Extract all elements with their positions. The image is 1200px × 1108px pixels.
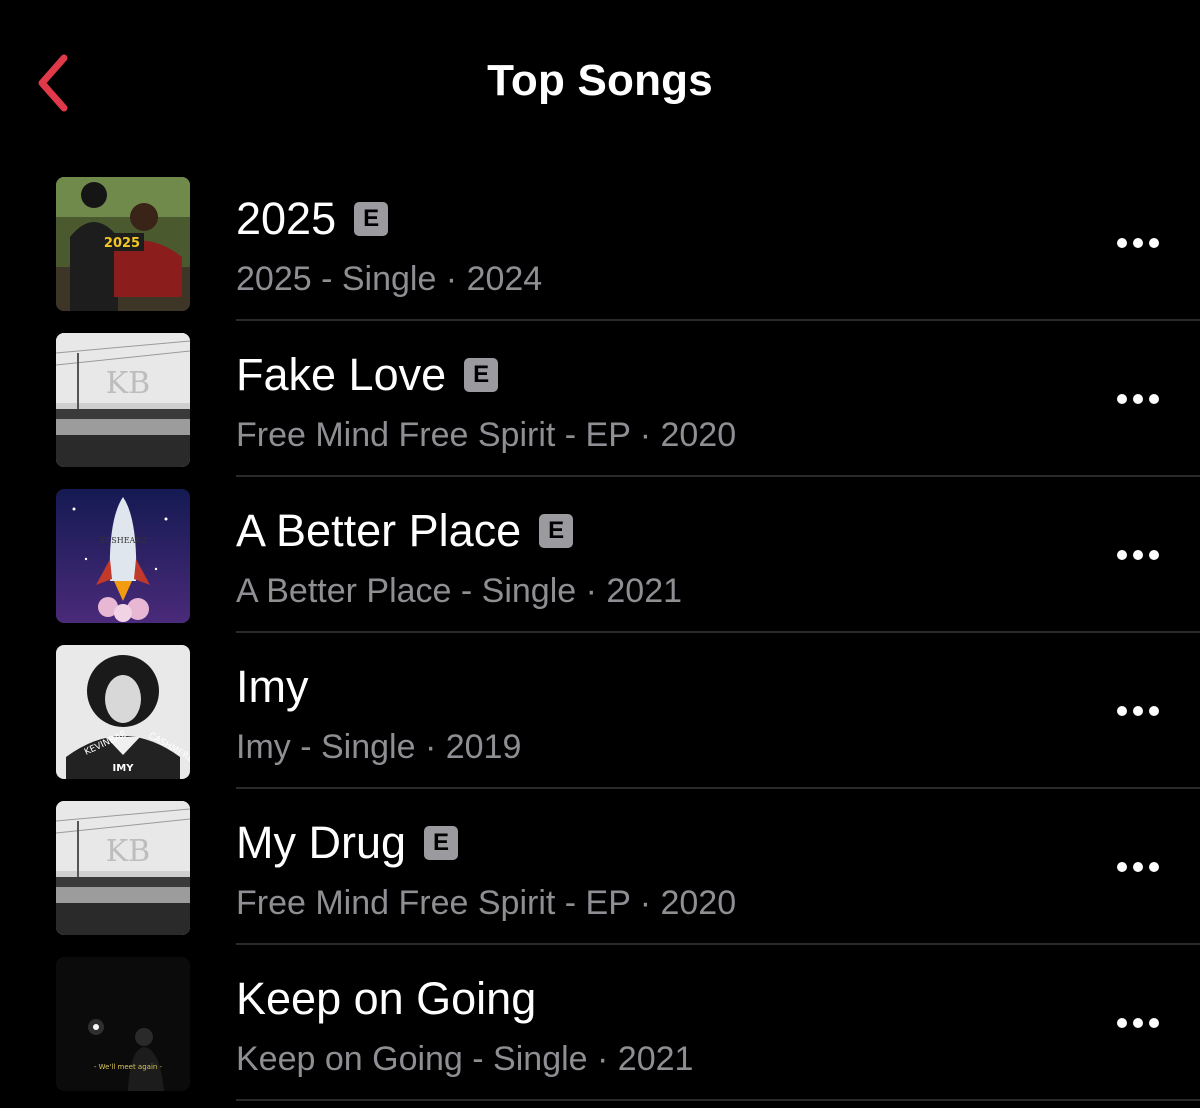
ellipsis-icon [1117, 238, 1159, 248]
song-row[interactable]: 2025 2025 E 2025 - Single · 2024 [0, 165, 1200, 321]
more-options-button[interactable] [1114, 849, 1162, 885]
song-title: My Drug [236, 817, 407, 868]
album-artwork: KEVINBAE CASHMERE IMY [56, 645, 190, 779]
album-artwork: 2025 [56, 177, 190, 311]
song-title: 2025 [236, 193, 337, 244]
song-title: Fake Love [236, 349, 447, 400]
song-title: Keep on Going [236, 973, 537, 1024]
ellipsis-icon [1117, 1018, 1159, 1028]
song-row[interactable]: - We'll meet again - Keep on Going Keep … [0, 945, 1200, 1101]
song-title: A Better Place [236, 505, 522, 556]
artwork-free-mind-free-spirit: KB [56, 333, 190, 467]
ellipsis-icon [1117, 706, 1159, 716]
song-subtitle: Keep on Going - Single · 2021 [236, 1040, 694, 1078]
song-subtitle: Free Mind Free Spirit - EP · 2020 [236, 884, 737, 922]
artwork-2025-single: 2025 [56, 177, 190, 311]
ellipsis-icon [1117, 862, 1159, 872]
song-subtitle: 2025 - Single · 2024 [236, 260, 543, 298]
explicit-badge: E [424, 826, 459, 860]
svg-text:KB: KB [106, 834, 150, 869]
explicit-badge: E [539, 514, 574, 548]
artwork-a-better-place: ST.SHEARZ [56, 489, 190, 623]
page-title: Top Songs [487, 56, 713, 105]
svg-text:- We'll meet again -: - We'll meet again - [94, 1063, 163, 1071]
song-row[interactable]: KEVINBAE CASHMERE IMY Imy Imy - Single ·… [0, 633, 1200, 789]
song-row[interactable]: ST.SHEARZ A Better Place E A Better Plac… [0, 477, 1200, 633]
navigation-bar: Top Songs [0, 0, 1200, 165]
ellipsis-icon [1117, 394, 1159, 404]
svg-text:KB: KB [106, 366, 150, 401]
row-divider [236, 1099, 1200, 1101]
more-options-button[interactable] [1114, 693, 1162, 729]
song-row[interactable]: KB Fake Love E Free Mind Free Spirit - E… [0, 321, 1200, 477]
svg-text:2025: 2025 [104, 236, 140, 251]
explicit-badge: E [464, 358, 499, 392]
artwork-imy-single: KEVINBAE CASHMERE IMY [56, 645, 190, 779]
ellipsis-icon [1117, 550, 1159, 560]
svg-text:ST.SHEARZ: ST.SHEARZ [99, 536, 147, 545]
song-title: Imy [236, 661, 309, 712]
album-artwork: KB [56, 801, 190, 935]
more-options-button[interactable] [1114, 381, 1162, 417]
svg-text:IMY: IMY [113, 763, 135, 774]
explicit-badge: E [354, 202, 389, 236]
song-list: 2025 2025 E 2025 - Single · 2024 KB Fake… [0, 165, 1200, 1101]
album-artwork: - We'll meet again - [56, 957, 190, 1091]
song-subtitle: Free Mind Free Spirit - EP · 2020 [236, 416, 737, 454]
song-subtitle: Imy - Single · 2019 [236, 728, 522, 766]
artwork-keep-on-going: - We'll meet again - [56, 957, 190, 1091]
song-subtitle: A Better Place - Single · 2021 [236, 572, 683, 610]
album-artwork: KB [56, 333, 190, 467]
more-options-button[interactable] [1114, 225, 1162, 261]
song-row[interactable]: KB My Drug E Free Mind Free Spirit - EP … [0, 789, 1200, 945]
artwork-free-mind-free-spirit: KB [56, 801, 190, 935]
more-options-button[interactable] [1114, 1005, 1162, 1041]
more-options-button[interactable] [1114, 537, 1162, 573]
album-artwork: ST.SHEARZ [56, 489, 190, 623]
